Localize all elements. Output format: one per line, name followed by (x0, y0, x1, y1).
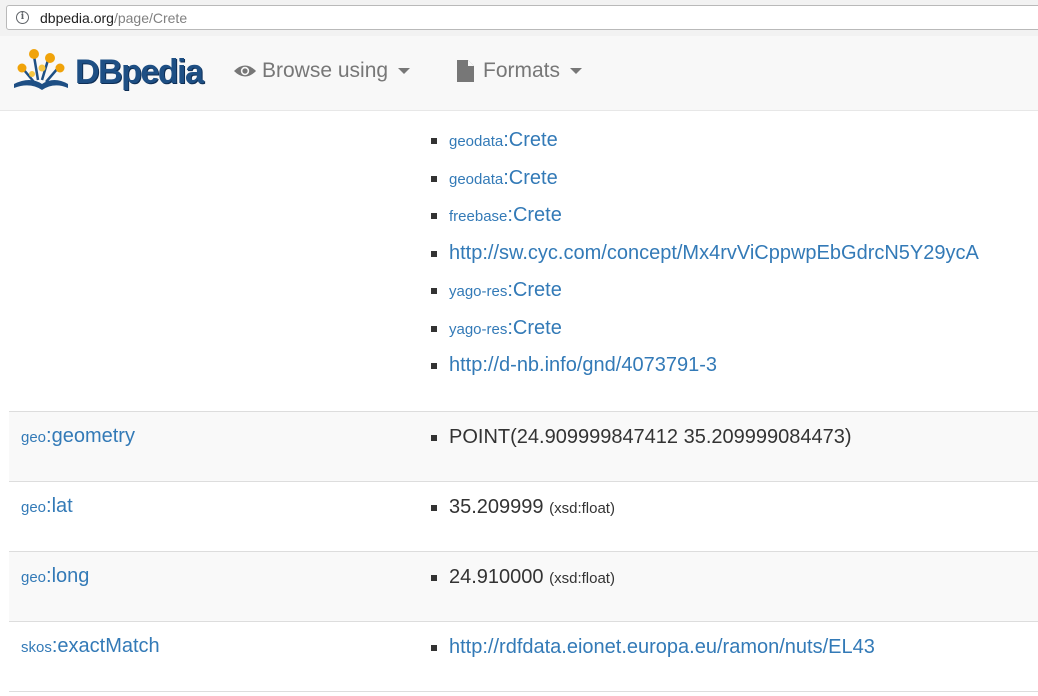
browse-using-dropdown[interactable]: Browse using (233, 59, 411, 83)
value-link[interactable]: http://rdfdata.eionet.europa.eu/ramon/nu… (449, 636, 875, 658)
url-text[interactable]: dbpedia.org/page/Crete (40, 10, 187, 26)
formats-dropdown[interactable]: Formats (457, 59, 583, 83)
value-list: 24.910000 (xsd:float) (431, 565, 615, 603)
list-item[interactable]: freebase:Crete (431, 203, 979, 241)
value-list: geodata:Crete geodata:Crete freebase:Cre… (431, 128, 979, 391)
property-link[interactable]: geo:lat (21, 495, 73, 518)
list-item[interactable]: geodata:Crete (431, 128, 979, 166)
file-icon (457, 60, 474, 82)
formats-label: Formats (483, 59, 561, 82)
info-icon[interactable]: i (16, 11, 29, 24)
table-row: geo:lat 35.209999 (xsd:float) (9, 481, 1038, 552)
caret-down-icon (398, 68, 411, 74)
logo-text: DBpedia (75, 53, 204, 91)
browse-using-label: Browse using (262, 59, 389, 82)
literal-value: 35.209999 (449, 496, 544, 518)
table-row: geo:geometry POINT(24.909999847412 35.20… (9, 411, 1038, 482)
list-item: 35.209999 (xsd:float) (431, 495, 615, 533)
literal-value: 24.910000 (449, 566, 544, 588)
browser-toolbar: i dbpedia.org/page/Crete (0, 0, 1038, 36)
datatype-label: (xsd:float) (549, 570, 615, 587)
value-link[interactable]: http://d-nb.info/gnd/4073791-3 (449, 354, 717, 376)
value-link[interactable]: yago-res:Crete (449, 317, 562, 339)
value-link[interactable]: http://sw.cyc.com/concept/Mx4rvViCppwpEb… (449, 242, 979, 264)
eye-icon (234, 65, 256, 77)
list-item[interactable]: yago-res:Crete (431, 316, 979, 354)
address-bar[interactable]: i dbpedia.org/page/Crete (6, 5, 1038, 30)
property-link[interactable]: geo:long (21, 565, 89, 588)
literal-value: POINT(24.909999847412 35.209999084473) (449, 426, 852, 448)
value-link[interactable]: geodata:Crete (449, 167, 558, 189)
table-row: geo:long 24.910000 (xsd:float) (9, 551, 1038, 622)
list-item[interactable]: geodata:Crete (431, 166, 979, 204)
list-item: POINT(24.909999847412 35.209999084473) (431, 425, 852, 463)
logo-tree-icon (14, 49, 68, 90)
url-host: dbpedia.org (40, 10, 114, 26)
value-link[interactable]: yago-res:Crete (449, 279, 562, 301)
property-link[interactable]: skos:exactMatch (21, 635, 160, 658)
caret-down-icon (570, 68, 583, 74)
table-row: geodata:Crete geodata:Crete freebase:Cre… (9, 111, 1038, 411)
value-list: http://rdfdata.eionet.europa.eu/ramon/nu… (431, 635, 875, 673)
value-list: POINT(24.909999847412 35.209999084473) (431, 425, 852, 463)
value-link[interactable]: freebase:Crete (449, 204, 562, 226)
properties-table: geodata:Crete geodata:Crete freebase:Cre… (0, 111, 1038, 696)
list-item[interactable]: http://d-nb.info/gnd/4073791-3 (431, 353, 979, 391)
list-item[interactable]: http://rdfdata.eionet.europa.eu/ramon/nu… (431, 635, 875, 673)
datatype-label: (xsd:float) (549, 500, 615, 517)
property-link[interactable]: geo:geometry (21, 425, 135, 448)
value-list: 35.209999 (xsd:float) (431, 495, 615, 533)
value-link[interactable]: geodata:Crete (449, 129, 558, 151)
list-item[interactable]: yago-res:Crete (431, 278, 979, 316)
dbpedia-logo[interactable]: DBpedia (10, 46, 204, 94)
navbar: DBpedia Browse using Formats (0, 36, 1038, 111)
list-item: 24.910000 (xsd:float) (431, 565, 615, 603)
list-item[interactable]: http://sw.cyc.com/concept/Mx4rvViCppwpEb… (431, 241, 979, 279)
table-row: skos:exactMatch http://rdfdata.eionet.eu… (9, 621, 1038, 692)
url-path: /page/Crete (113, 10, 188, 26)
